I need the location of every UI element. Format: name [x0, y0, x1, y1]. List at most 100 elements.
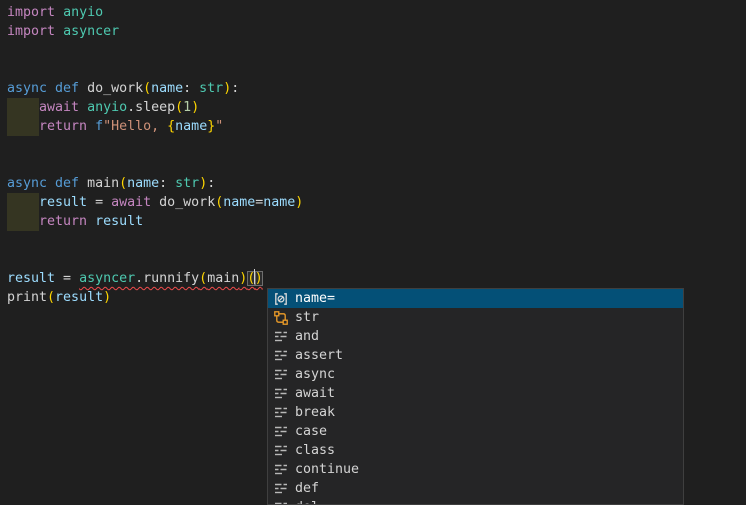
code-token: 1	[183, 100, 191, 115]
code-token: (	[143, 81, 151, 96]
code-token: (	[199, 271, 207, 286]
code-token: return	[39, 119, 87, 134]
code-token: anyio	[87, 100, 127, 115]
code-token	[87, 214, 95, 229]
code-token: await	[39, 100, 79, 115]
code-token: )	[103, 290, 111, 305]
code-line[interactable]: async def do_work(name: str):	[7, 79, 746, 98]
code-token: print	[7, 290, 47, 305]
suggestion-label: case	[295, 422, 327, 441]
suggestion-item[interactable]: async	[268, 365, 683, 384]
code-token: name	[223, 195, 255, 210]
code-token: anyio	[63, 5, 103, 20]
code-editor[interactable]: import anyioimport asyncerasync def do_w…	[0, 0, 746, 505]
code-line[interactable]: result = asyncer.runnify(main)()	[7, 269, 746, 288]
code-token	[7, 212, 39, 231]
suggestion-label: del	[295, 498, 319, 505]
code-token: )	[199, 176, 207, 191]
code-token: name	[175, 119, 207, 134]
code-token	[7, 98, 39, 117]
code-token: str	[199, 81, 223, 96]
code-line[interactable]: import asyncer	[7, 22, 746, 41]
suggestion-item[interactable]: str	[268, 308, 683, 327]
code-token	[7, 193, 39, 212]
suggestion-item[interactable]: def	[268, 479, 683, 498]
code-token	[55, 5, 63, 20]
code-line[interactable]: return f"Hello, {name}"	[7, 117, 746, 136]
suggestion-item[interactable]: break	[268, 403, 683, 422]
keyword-icon	[273, 386, 289, 402]
code-token	[55, 24, 63, 39]
suggestion-label: str	[295, 308, 319, 327]
suggestion-label: and	[295, 327, 319, 346]
code-token: :	[159, 176, 175, 191]
code-line[interactable]: result = await do_work(name=name)	[7, 193, 746, 212]
code-line[interactable]	[7, 60, 746, 79]
code-token: )	[255, 271, 263, 286]
code-token: main	[87, 176, 119, 191]
code-token: "Hello,	[103, 119, 167, 134]
code-line[interactable]: await anyio.sleep(1)	[7, 98, 746, 117]
code-token: :	[183, 81, 199, 96]
keyword-icon	[273, 500, 289, 505]
code-token: name	[151, 81, 183, 96]
code-token: asyncer	[79, 271, 135, 286]
code-token: return	[39, 214, 87, 229]
suggestion-label: break	[295, 403, 335, 422]
code-token: await	[111, 195, 151, 210]
code-line[interactable]: import anyio	[7, 3, 746, 22]
keyword-icon	[273, 443, 289, 459]
code-token: async def	[7, 176, 87, 191]
keyword-icon	[273, 348, 289, 364]
code-token	[87, 119, 95, 134]
code-token: result	[95, 214, 143, 229]
suggestion-item[interactable]: await	[268, 384, 683, 403]
suggestion-item[interactable]: and	[268, 327, 683, 346]
keyword-icon	[273, 481, 289, 497]
code-line[interactable]: async def main(name: str):	[7, 174, 746, 193]
code-token: main	[207, 271, 239, 286]
suggest-list: name= str and assert async await break c…	[268, 289, 683, 505]
suggestion-item[interactable]: class	[268, 441, 683, 460]
code-token: (	[175, 100, 183, 115]
code-token: import	[7, 24, 55, 39]
code-line[interactable]	[7, 155, 746, 174]
keyword-icon	[273, 405, 289, 421]
suggestion-item[interactable]: name=	[268, 289, 683, 308]
code-token: (	[119, 176, 127, 191]
suggestion-label: name=	[295, 289, 335, 308]
keyword-icon	[273, 424, 289, 440]
suggestion-label: def	[295, 479, 319, 498]
code-line[interactable]: return result	[7, 212, 746, 231]
code-token: do_work	[87, 81, 143, 96]
code-area[interactable]: import anyioimport asyncerasync def do_w…	[0, 0, 746, 307]
code-token: str	[175, 176, 199, 191]
code-token: result	[7, 271, 55, 286]
suggestion-item[interactable]: del	[268, 498, 683, 505]
code-token: )	[295, 195, 303, 210]
suggestion-item[interactable]: assert	[268, 346, 683, 365]
code-token: import	[7, 5, 55, 20]
code-token: )	[191, 100, 199, 115]
suggestion-label: assert	[295, 346, 343, 365]
keyword-icon	[273, 462, 289, 478]
code-token: {	[167, 119, 175, 134]
suggestion-item[interactable]: case	[268, 422, 683, 441]
code-token: asyncer	[63, 24, 119, 39]
code-line[interactable]	[7, 231, 746, 250]
code-token: result	[55, 290, 103, 305]
code-line[interactable]	[7, 136, 746, 155]
field-icon	[273, 291, 289, 307]
code-token: async def	[7, 81, 87, 96]
code-line[interactable]	[7, 250, 746, 269]
code-token: .runnify	[135, 271, 199, 286]
code-token: =	[55, 271, 79, 286]
code-token: name	[263, 195, 295, 210]
code-token: f	[95, 119, 103, 134]
suggestion-item[interactable]: continue	[268, 460, 683, 479]
code-line[interactable]	[7, 41, 746, 60]
suggestion-label: continue	[295, 460, 359, 479]
suggestion-label: async	[295, 365, 335, 384]
code-token	[151, 195, 159, 210]
keyword-icon	[273, 329, 289, 345]
